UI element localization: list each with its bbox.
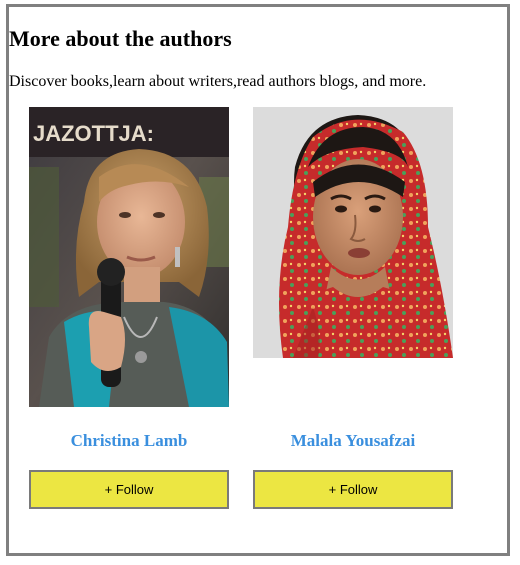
- author-photo-malala-yousafzai[interactable]: [253, 107, 453, 358]
- author-photo-christina-lamb-image: JAZOTTJA:: [29, 107, 229, 407]
- author-photo-malala-yousafzai-image: [253, 107, 453, 358]
- author-name-link[interactable]: Malala Yousafzai: [253, 430, 453, 452]
- photo-banner-text: JAZOTTJA:: [33, 121, 154, 146]
- author-photo-christina-lamb[interactable]: JAZOTTJA:: [29, 107, 229, 407]
- follow-button[interactable]: + Follow: [253, 470, 453, 509]
- follow-button[interactable]: + Follow: [29, 470, 229, 509]
- author-name-link[interactable]: Christina Lamb: [29, 430, 229, 452]
- page-subtitle: Discover books,learn about writers,read …: [9, 73, 427, 90]
- page-title: More about the authors: [9, 26, 232, 51]
